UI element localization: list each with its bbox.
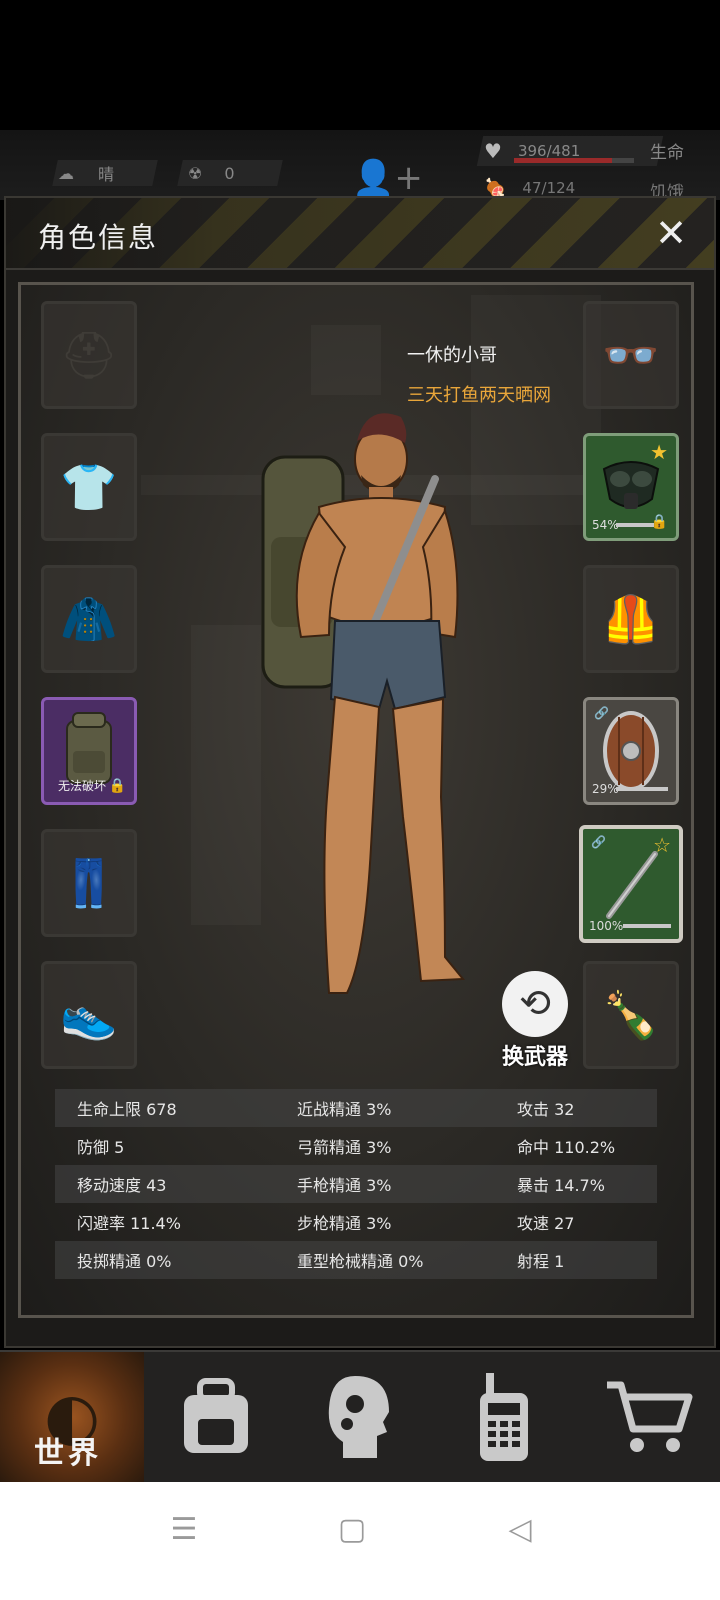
shirt-icon: 👕 xyxy=(60,459,118,514)
stat-defense: 防御 5 xyxy=(77,1138,125,1157)
pants-icon: 👖 xyxy=(60,855,118,910)
nav-radio[interactable] xyxy=(432,1352,576,1482)
stats-row: 投掷精通 0% 重型枪械精通 0% 射程 1 xyxy=(55,1241,657,1279)
character-figure xyxy=(261,413,466,994)
stat-max-hp: 生命上限 678 xyxy=(77,1100,177,1119)
slot-helmet[interactable]: ⛑ xyxy=(41,301,137,409)
weather-text: 晴 xyxy=(98,165,115,184)
bg-window xyxy=(471,295,601,525)
add-person-icon[interactable]: 👤+ xyxy=(352,158,423,198)
stat-attack-speed: 攻速 27 xyxy=(517,1214,575,1233)
stats-row: 生命上限 678 近战精通 3% 攻击 32 xyxy=(55,1089,657,1127)
stats-row: 闪避率 11.4% 步枪精通 3% 攻速 27 xyxy=(55,1203,657,1241)
back-icon[interactable]: ◁ xyxy=(498,1508,542,1552)
cart-icon xyxy=(607,1381,693,1452)
character-stage: ⛑ 👕 🧥 无法破坏 🔒 👖 👟 👓 ★ 54% 🔒 🦺 🔗 29% 🔗 ☆ 1… xyxy=(18,282,694,1318)
radiation-value: 0 xyxy=(224,163,235,183)
slot-shoes[interactable]: 👟 xyxy=(41,961,137,1069)
stat-attack: 攻击 32 xyxy=(517,1100,575,1119)
character-name: 一休的小哥 xyxy=(407,345,497,366)
shield-icon xyxy=(603,711,659,791)
system-navigation-bar: ☰ ▢ ◁ xyxy=(0,1482,720,1600)
slot-coat[interactable]: 🧥 xyxy=(41,565,137,673)
character-info-panel: 角色信息 ✕ ⛑ 👕 🧥 无法破坏 🔒 👖 👟 👓 ★ 54% 🔒 🦺 🔗 29… xyxy=(4,196,716,1348)
unbreakable-label: 无法破坏 xyxy=(58,779,107,793)
radio-icon xyxy=(480,1373,528,1461)
hp-label: 生命 xyxy=(650,143,684,163)
link-icon: 🔗 xyxy=(594,706,609,720)
weather-indicator: ☁ 晴 xyxy=(58,160,114,186)
stats-row: 移动速度 43 手枪精通 3% 暴击 14.7% xyxy=(55,1165,657,1203)
durability-text: 29% xyxy=(592,782,619,796)
stat-heavy-gun-mastery: 重型枪械精通 0% xyxy=(297,1252,424,1271)
star-outline-icon: ☆ xyxy=(653,833,671,857)
gas-mask-icon xyxy=(602,461,660,509)
slot-shield[interactable]: 🔗 29% xyxy=(583,697,679,805)
durability-text: 100% xyxy=(589,919,624,933)
helmet-icon: ⛑ xyxy=(59,327,119,382)
stat-accuracy: 命中 110.2% xyxy=(517,1138,616,1157)
stat-throw-mastery: 投掷精通 0% xyxy=(77,1252,172,1271)
bottle-icon: 🍾 xyxy=(602,987,660,1042)
swap-weapon-button[interactable]: ⟲ 换武器 xyxy=(495,971,575,1070)
shoes-icon: 👟 xyxy=(60,987,118,1042)
slot-pants[interactable]: 👖 xyxy=(41,829,137,937)
heart-icon: ♥ xyxy=(484,139,502,163)
nav-skills[interactable] xyxy=(288,1352,432,1482)
stat-bow-mastery: 弓箭精通 3% xyxy=(297,1138,392,1157)
slot-throwable[interactable]: 🍾 xyxy=(583,961,679,1069)
top-status-bar: ☁ 晴 ☢ 0 👤+ ♥ 396/481 生命 🍖 47/124 饥饿 xyxy=(0,130,720,200)
slot-vest[interactable]: 🦺 xyxy=(583,565,679,673)
link-icon: 🔗 xyxy=(591,835,606,849)
nav-world[interactable]: ◐ 世界 xyxy=(0,1352,144,1482)
stats-row: 防御 5 弓箭精通 3% 命中 110.2% xyxy=(55,1127,657,1165)
nav-inventory[interactable] xyxy=(144,1352,288,1482)
stat-dodge: 闪避率 11.4% xyxy=(77,1214,181,1233)
stat-melee-mastery: 近战精通 3% xyxy=(297,1100,392,1119)
menu-icon[interactable]: ☰ xyxy=(162,1508,206,1552)
slot-backpack[interactable]: 无法破坏 🔒 xyxy=(41,697,137,805)
stat-pistol-mastery: 手枪精通 3% xyxy=(297,1176,392,1195)
radiation-icon: ☢ xyxy=(188,163,203,183)
stat-move-speed: 移动速度 43 xyxy=(77,1176,167,1195)
durability-text: 54% xyxy=(592,518,619,532)
slot-shirt[interactable]: 👕 xyxy=(41,433,137,541)
bg-frame xyxy=(311,325,381,395)
radiation-indicator: ☢ 0 xyxy=(188,160,235,186)
hp-bar xyxy=(514,158,634,163)
lock-icon: 🔒 xyxy=(108,778,126,794)
star-icon: ★ xyxy=(650,440,668,464)
stat-rifle-mastery: 步枪精通 3% xyxy=(297,1214,392,1233)
home-icon[interactable]: ▢ xyxy=(330,1508,374,1552)
durability-bar xyxy=(623,924,671,928)
bottom-navigation: ◐ 世界 xyxy=(0,1350,720,1482)
hp-bar-fill xyxy=(514,158,613,163)
close-icon: ✕ xyxy=(655,211,687,255)
stats-table: 生命上限 678 近战精通 3% 攻击 32 防御 5 弓箭精通 3% 命中 1… xyxy=(55,1089,657,1279)
panel-title: 角色信息 xyxy=(38,221,159,254)
backpack-icon xyxy=(184,1378,248,1453)
close-button[interactable]: ✕ xyxy=(652,214,690,252)
durability-bar xyxy=(616,787,668,791)
slot-gas-mask[interactable]: ★ 54% 🔒 xyxy=(583,433,679,541)
hunger-value: 47/124 xyxy=(522,179,576,197)
stat-crit: 暴击 14.7% xyxy=(517,1176,605,1195)
lock-icon: 🔒 xyxy=(650,514,668,530)
panel-header: 角色信息 ✕ xyxy=(6,198,714,270)
stat-range: 射程 1 xyxy=(517,1252,565,1271)
vest-icon: 🦺 xyxy=(602,591,660,646)
durability-bar xyxy=(616,523,654,527)
swap-weapon-label: 换武器 xyxy=(501,1045,568,1070)
head-gears-icon xyxy=(328,1376,389,1458)
slot-pipe-weapon[interactable]: 🔗 ☆ 100% xyxy=(579,825,683,943)
cloud-icon: ☁ xyxy=(58,163,74,183)
coat-icon: 🧥 xyxy=(60,591,118,646)
swap-icon: ⟲ xyxy=(502,971,568,1037)
nav-shop[interactable] xyxy=(576,1352,720,1482)
slot-glasses[interactable]: 👓 xyxy=(583,301,679,409)
glasses-icon: 👓 xyxy=(602,327,660,382)
nav-world-label: 世界 xyxy=(34,1436,102,1471)
